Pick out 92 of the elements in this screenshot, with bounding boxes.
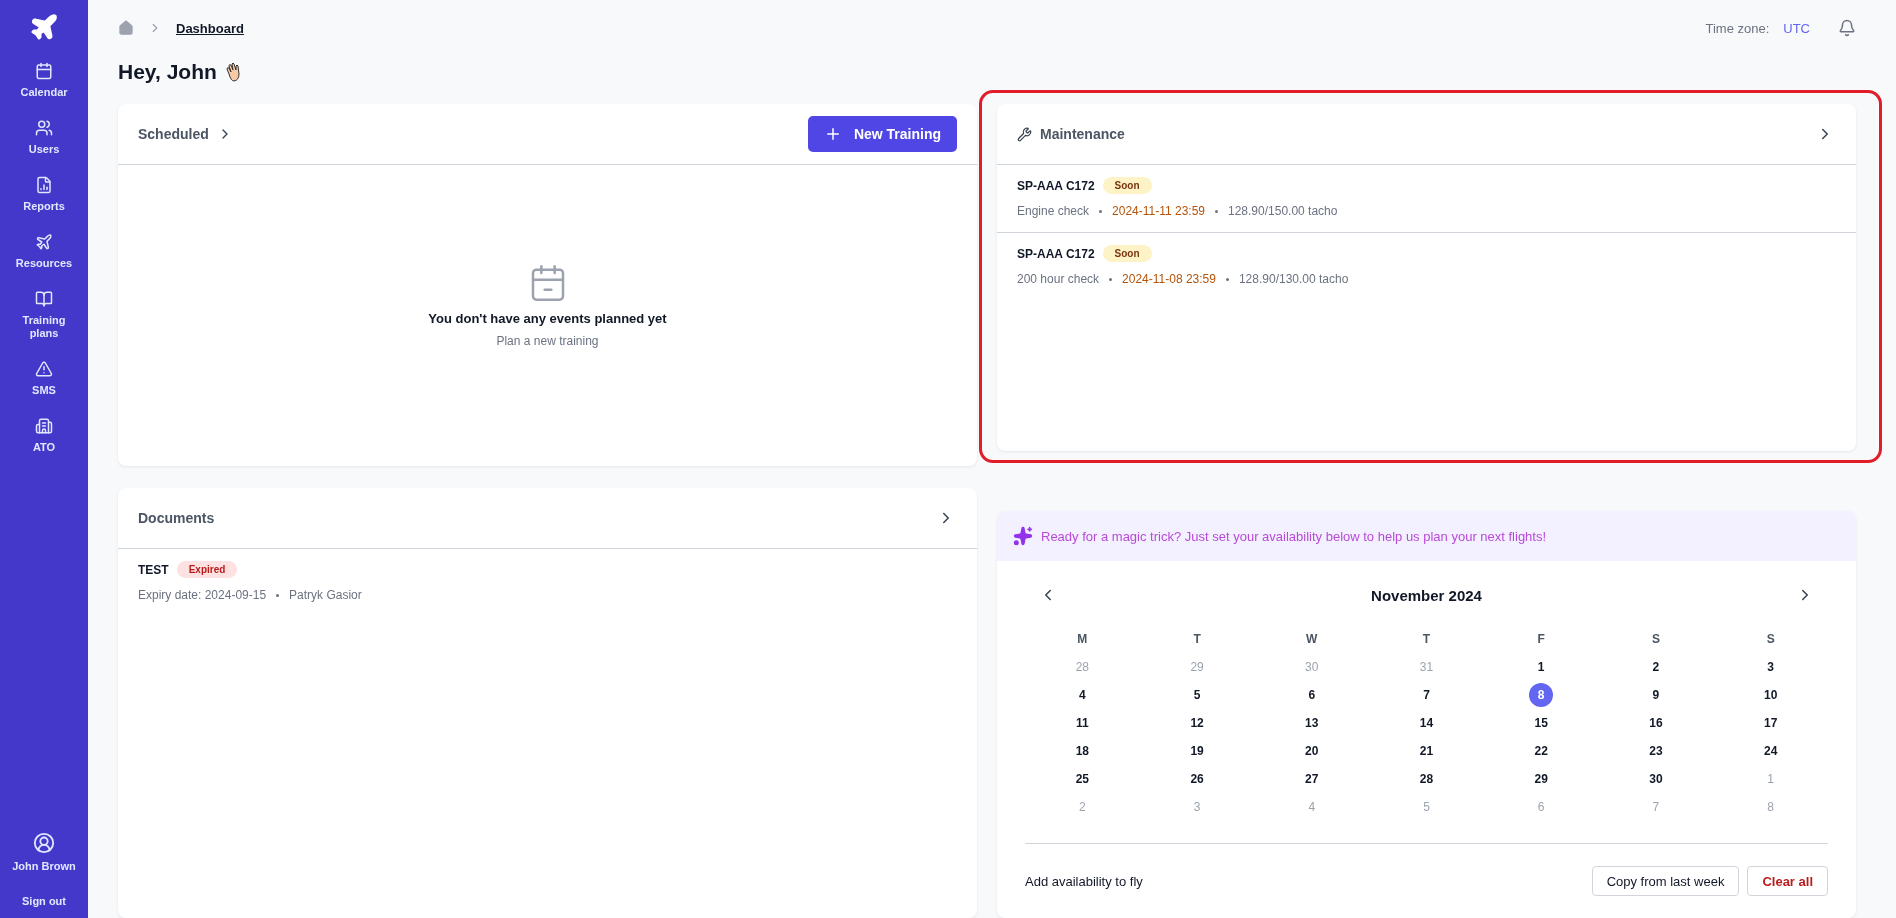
calendar-day[interactable]: 16 [1643, 711, 1668, 735]
calendar-day[interactable]: 28 [1414, 767, 1439, 791]
building-icon [35, 417, 53, 435]
sidebar-item[interactable]: ATO [9, 417, 79, 454]
weekday-label: F [1537, 631, 1545, 648]
tacho-usage: 128.90/130.00 tacho [1238, 272, 1349, 286]
avatar-icon [33, 832, 55, 854]
calendar-icon [35, 62, 53, 80]
calendar-day[interactable]: 13 [1299, 711, 1324, 735]
status-badge: Soon [1102, 245, 1152, 262]
calendar-day[interactable]: 23 [1643, 739, 1668, 763]
calendar-day[interactable]: 3 [1758, 655, 1783, 679]
calendar-day[interactable]: 12 [1185, 711, 1210, 735]
tacho-usage: 128.90/150.00 tacho [1228, 204, 1338, 218]
calendar-day[interactable]: 5 [1185, 683, 1210, 707]
separator-dot [1215, 209, 1218, 213]
scheduled-title[interactable]: Scheduled [138, 126, 209, 142]
document-owner: Patryk Gasior [289, 588, 362, 602]
sidebar-item[interactable]: Training plans [9, 290, 79, 340]
documents-title[interactable]: Documents [138, 510, 215, 526]
calendar-day[interactable]: 11 [1070, 711, 1095, 735]
weekday-label: T [1193, 631, 1201, 648]
weekday-label: T [1422, 631, 1431, 648]
calendar-day[interactable]: 2 [1643, 655, 1668, 679]
plane-icon [35, 233, 53, 251]
chart-file-icon [35, 176, 53, 194]
calendar-day[interactable]: 4 [1070, 683, 1095, 707]
banner-text: Ready for a magic trick? Just set your availability below to help us plan your next flights! [1041, 528, 1547, 544]
users-icon [35, 119, 53, 137]
book-icon [35, 290, 53, 308]
calendar-day[interactable]: 25 [1070, 767, 1095, 791]
due-date: 2024-11-08 23:59 [1122, 272, 1216, 286]
calendar-day[interactable]: 29 [1529, 767, 1554, 791]
sidebar-item[interactable]: Resources [9, 233, 79, 270]
new-training-button[interactable]: New Training [807, 116, 957, 152]
breadcrumb-link[interactable]: Dashboard [176, 20, 244, 36]
sidebar-item[interactable]: SMS [9, 360, 79, 397]
calendar-day[interactable]: 15 [1529, 711, 1554, 735]
separator-dot [1225, 277, 1229, 281]
warning-icon [35, 360, 53, 378]
calendar-day[interactable]: 6 [1299, 683, 1324, 707]
month-title: November 2024 [1371, 586, 1482, 604]
calendar-day[interactable]: 30 [1643, 767, 1668, 791]
sparkles-icon [1013, 526, 1033, 546]
sign-out-link[interactable]: Sign out [9, 895, 79, 908]
empty-state-hint: Plan a new training [496, 334, 599, 348]
aircraft-name: SP-AAA C172 [1017, 178, 1095, 193]
calendar-day[interactable]: 14 [1414, 711, 1439, 735]
calendar-day[interactable]: 1 [1529, 655, 1554, 679]
weekday-label: S [1766, 631, 1775, 648]
empty-state-title: You don't have any events planned yet [428, 311, 667, 326]
weekday-label: S [1651, 631, 1660, 648]
expiry-date: Expiry date: 2024-09-15 [138, 588, 267, 602]
status-badge: Soon [1102, 177, 1152, 194]
calendar-day[interactable]: 22 [1529, 739, 1554, 763]
weekday-label: W [1306, 631, 1318, 648]
sidebar-item[interactable]: Users [9, 119, 79, 156]
calendar-day[interactable]: 7 [1414, 683, 1439, 707]
clear-all-button[interactable]: Clear all [1747, 866, 1828, 896]
calendar-day[interactable]: 21 [1414, 739, 1439, 763]
sidebar-item[interactable]: Reports [9, 176, 79, 213]
status-badge: Expired [176, 561, 238, 578]
calendar-day[interactable]: 27 [1299, 767, 1324, 791]
calendar-day[interactable]: 9 [1643, 683, 1668, 707]
calendar-day[interactable]: 10 [1758, 683, 1783, 707]
user-profile-link[interactable]: John Brown [9, 832, 79, 873]
calendar-day[interactable]: 19 [1185, 739, 1210, 763]
timezone-link[interactable]: UTC [1783, 20, 1810, 36]
calendar-day[interactable]: 26 [1185, 767, 1210, 791]
due-date: 2024-11-11 23:59 [1112, 204, 1205, 218]
separator-dot [1099, 209, 1103, 213]
maintenance-task: Engine check [1017, 204, 1090, 218]
document-name: TEST [138, 562, 169, 577]
weekday-label: M [1077, 631, 1088, 648]
calendar-day[interactable]: 8 [1529, 683, 1554, 707]
maintenance-task: 200 hour check [1017, 272, 1100, 286]
separator-dot [276, 593, 280, 597]
sidebar-item[interactable]: Calendar [9, 62, 79, 99]
maintenance-title[interactable]: Maintenance [1040, 126, 1125, 142]
calendar-day[interactable]: 24 [1758, 739, 1783, 763]
calendar-day[interactable]: 20 [1299, 739, 1324, 763]
calendar-day[interactable]: 18 [1070, 739, 1095, 763]
greeting-title: Hey, John [118, 60, 217, 84]
notification-bell-icon[interactable] [1838, 19, 1856, 37]
timezone-label: Time zone: [1705, 20, 1770, 36]
copy-week-button[interactable]: Copy from last week [1591, 866, 1740, 896]
tools-icon [1017, 126, 1032, 142]
aircraft-name: SP-AAA C172 [1017, 246, 1095, 261]
plane-logo-icon [29, 12, 59, 42]
separator-dot [1109, 277, 1113, 281]
calendar-day[interactable]: 17 [1758, 711, 1783, 735]
availability-label: Add availability to fly [1025, 873, 1143, 889]
